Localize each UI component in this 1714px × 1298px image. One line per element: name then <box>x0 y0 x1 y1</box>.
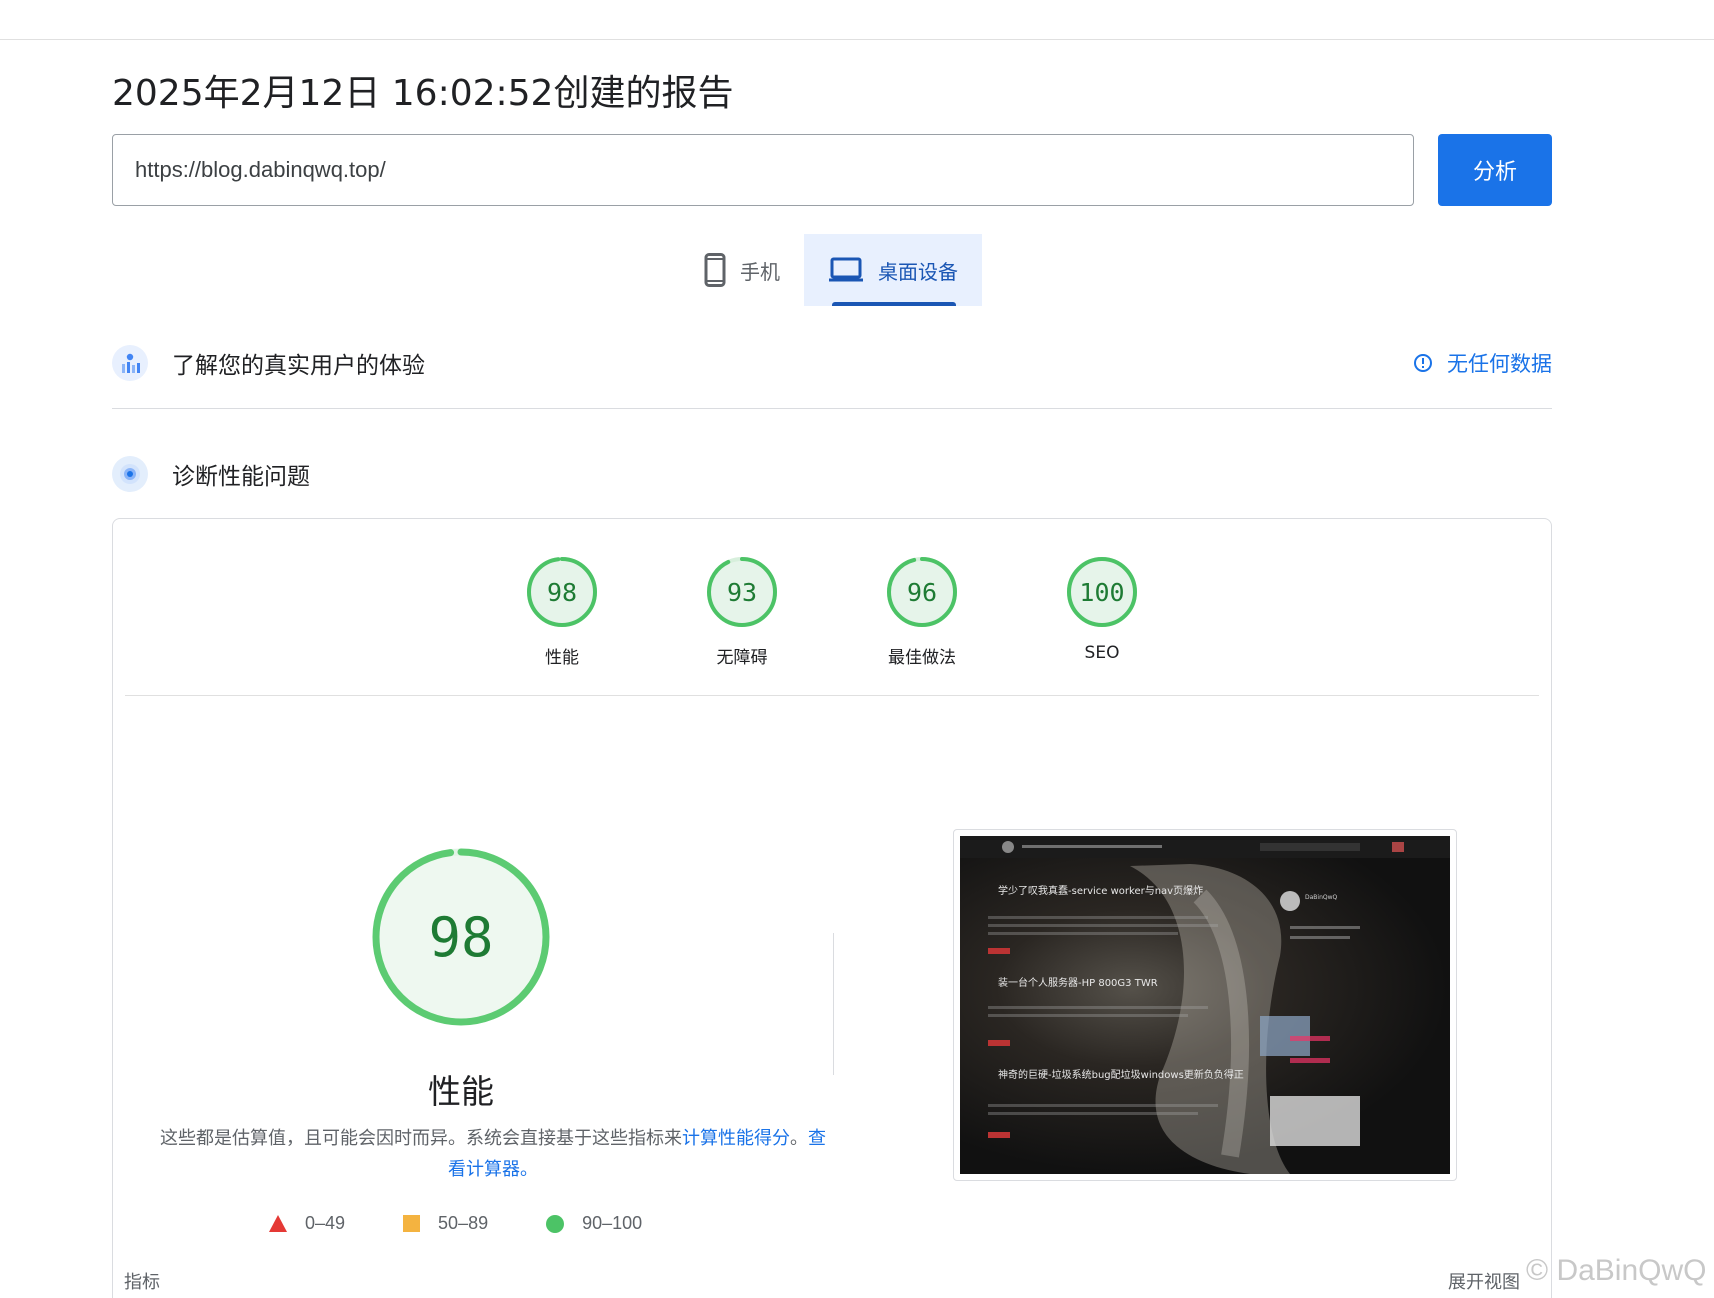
legend-fail: 0–49 <box>269 1213 345 1234</box>
gauge-label: SEO <box>1084 643 1120 663</box>
diagnose-section: 诊断性能问题 <box>112 456 1552 492</box>
performance-description: 这些都是估算值，且可能会因时而异。系统会直接基于这些指标来计算性能得分。查看计算… <box>153 1123 833 1185</box>
lighthouse-report-card: 98 性能 93 无障碍 96 最佳做法 100 SEO 98 性能 这些都是估… <box>112 518 1552 1298</box>
gauge-accessibility[interactable]: 93 无障碍 <box>684 555 800 668</box>
vertical-divider <box>833 933 834 1075</box>
calc-score-link[interactable]: 计算性能得分 <box>682 1128 790 1149</box>
screenshot-post-title: 神奇的巨硬-垃圾系统bug配垃圾windows更新负负得正 <box>998 1070 1244 1081</box>
tab-desktop[interactable]: 桌面设备 <box>804 234 982 306</box>
gauge-label: 性能 <box>545 648 579 668</box>
url-input[interactable] <box>112 134 1414 206</box>
gauge-label: 无障碍 <box>716 648 768 668</box>
circle-icon <box>546 1214 565 1233</box>
section-divider <box>112 408 1552 409</box>
field-data-section: 了解您的真实用户的体验 无任何数据 <box>112 345 1552 381</box>
description-text: 这些都是估算值，且可能会因时而异。系统会直接基于这些指标来 <box>160 1128 682 1149</box>
legend-label: 50–89 <box>438 1213 489 1233</box>
gauge-seo[interactable]: 100 SEO <box>1044 555 1160 668</box>
smartphone-icon <box>704 253 726 287</box>
score-gauges: 98 性能 93 无障碍 96 最佳做法 100 SEO <box>113 555 1551 668</box>
tab-mobile[interactable]: 手机 <box>680 234 804 306</box>
lighthouse-icon <box>112 456 148 492</box>
watermark: © DaBinQwQ <box>1526 1254 1707 1287</box>
gauge-best-practices[interactable]: 96 最佳做法 <box>864 555 980 668</box>
gauge-value: 96 <box>906 577 938 607</box>
metrics-label: 指标 <box>124 1272 160 1293</box>
card-divider <box>125 695 1539 696</box>
diagnose-title: 诊断性能问题 <box>172 464 310 490</box>
screenshot-post-title: 学少了叹我真蠢-service worker与nav页爆炸 <box>998 886 1204 897</box>
tab-desktop-label: 桌面设备 <box>878 259 958 284</box>
gauge-value: 93 <box>726 577 758 607</box>
legend-pass: 90–100 <box>546 1213 642 1234</box>
tab-mobile-label: 手机 <box>740 259 780 284</box>
legend-average: 50–89 <box>403 1213 488 1234</box>
screenshot-post-title: 装一台个人服务器-HP 800G3 TWR <box>998 978 1158 989</box>
laptop-icon <box>829 257 863 282</box>
square-icon <box>403 1215 421 1232</box>
analyze-button[interactable]: 分析 <box>1438 134 1552 206</box>
performance-score: 98 <box>428 905 494 969</box>
screenshot-author: DaBinQwQ <box>1305 894 1338 901</box>
performance-gauge-large: 98 <box>369 845 553 1029</box>
no-data-label: 无任何数据 <box>1447 352 1552 376</box>
score-legend: 0–49 50–89 90–100 <box>269 1213 682 1234</box>
device-tabs: 手机 桌面设备 <box>680 234 982 306</box>
description-separator: 。 <box>790 1128 808 1149</box>
gauge-value: 100 <box>1079 577 1125 607</box>
performance-title: 性能 <box>428 1072 494 1111</box>
info-icon <box>1414 354 1432 372</box>
top-bar <box>0 0 1714 40</box>
field-data-title: 了解您的真实用户的体验 <box>172 353 425 379</box>
report-title: 2025年2月12日 16:02:52创建的报告 <box>112 73 734 114</box>
no-data-status[interactable]: 无任何数据 <box>1413 348 1552 378</box>
legend-label: 90–100 <box>582 1213 643 1233</box>
legend-label: 0–49 <box>305 1213 346 1233</box>
page-screenshot[interactable]: 学少了叹我真蠢-service worker与nav页爆炸 装一台个人服务器-H… <box>953 829 1457 1181</box>
triangle-icon <box>269 1215 287 1232</box>
gauge-label: 最佳做法 <box>888 648 956 668</box>
screenshot-image: 学少了叹我真蠢-service worker与nav页爆炸 装一台个人服务器-H… <box>960 836 1450 1174</box>
expand-view-link[interactable]: 展开视图 <box>1448 1268 1520 1294</box>
gauge-performance[interactable]: 98 性能 <box>504 555 620 668</box>
users-chart-icon <box>112 345 148 381</box>
gauge-value: 98 <box>546 577 578 607</box>
